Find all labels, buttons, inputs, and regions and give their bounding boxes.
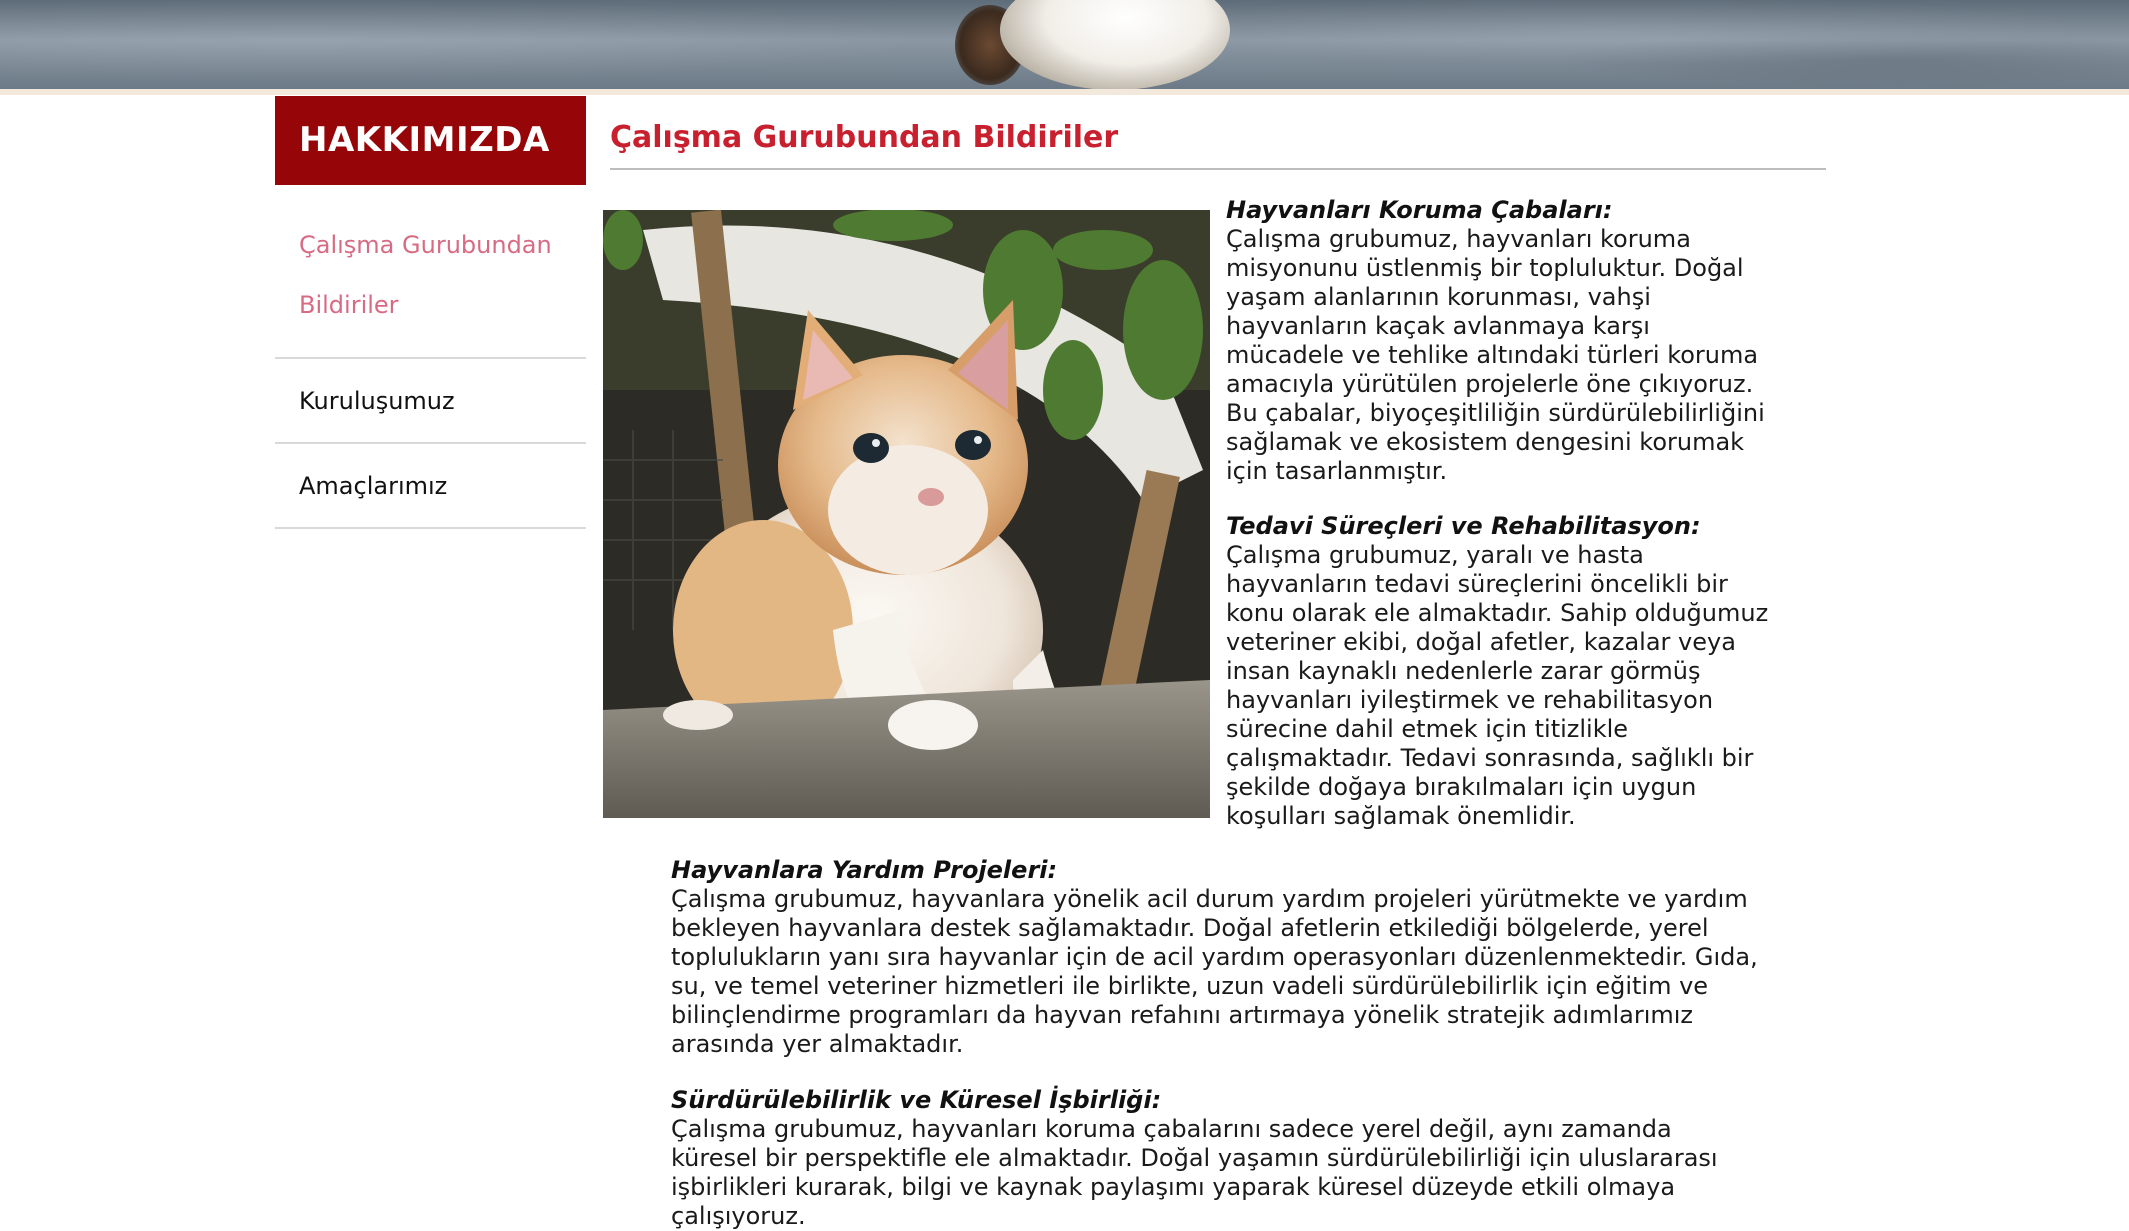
sidebar-nav: HAKKIMIZDA Çalışma Gurubundan Bildiriler… [275,96,586,529]
section-heading: Hayvanlara Yardım Projeleri: [671,856,1058,884]
section-yardim-projeleri: Hayvanlara Yardım Projeleri: Çalışma gru… [671,856,1761,1059]
banner-divider [0,89,2129,95]
section-body: Çalışma grubumuz, hayvanları koruma çaba… [671,1115,1718,1230]
section-body: Çalışma grubumuz, hayvanlara yönelik aci… [671,885,1758,1058]
kitten-photo [603,210,1210,818]
page-title: Çalışma Gurubundan Bildiriler [610,120,1119,155]
sidebar-item-calisma-gurubundan-bildiriler[interactable]: Çalışma Gurubundan Bildiriler [275,185,586,359]
sidebar-header: HAKKIMIZDA [275,96,586,185]
sidebar-item-kurulusumuz[interactable]: Kuruluşumuz [275,359,586,444]
section-tedavi-surecleri: Tedavi Süreçleri ve Rehabilitasyon: Çalı… [1226,512,1771,831]
title-divider [610,168,1826,170]
section-heading: Tedavi Süreçleri ve Rehabilitasyon: [1226,512,1701,540]
section-body: Çalışma grubumuz, yaralı ve hasta hayvan… [1226,541,1769,830]
header-banner-image [0,0,2129,89]
section-heading: Sürdürülebilirlik ve Küresel İşbirliği: [671,1086,1162,1114]
section-body: Çalışma grubumuz, hayvanları koruma misy… [1226,225,1765,485]
sidebar-item-amaclarimiz[interactable]: Amaçlarımız [275,444,586,529]
section-hayvanlari-koruma: Hayvanları Koruma Çabaları: Çalışma grub… [1226,196,1771,486]
section-surdurulebilirlik: Sürdürülebilirlik ve Küresel İşbirliği: … [671,1086,1761,1231]
section-heading: Hayvanları Koruma Çabaları: [1226,196,1613,224]
